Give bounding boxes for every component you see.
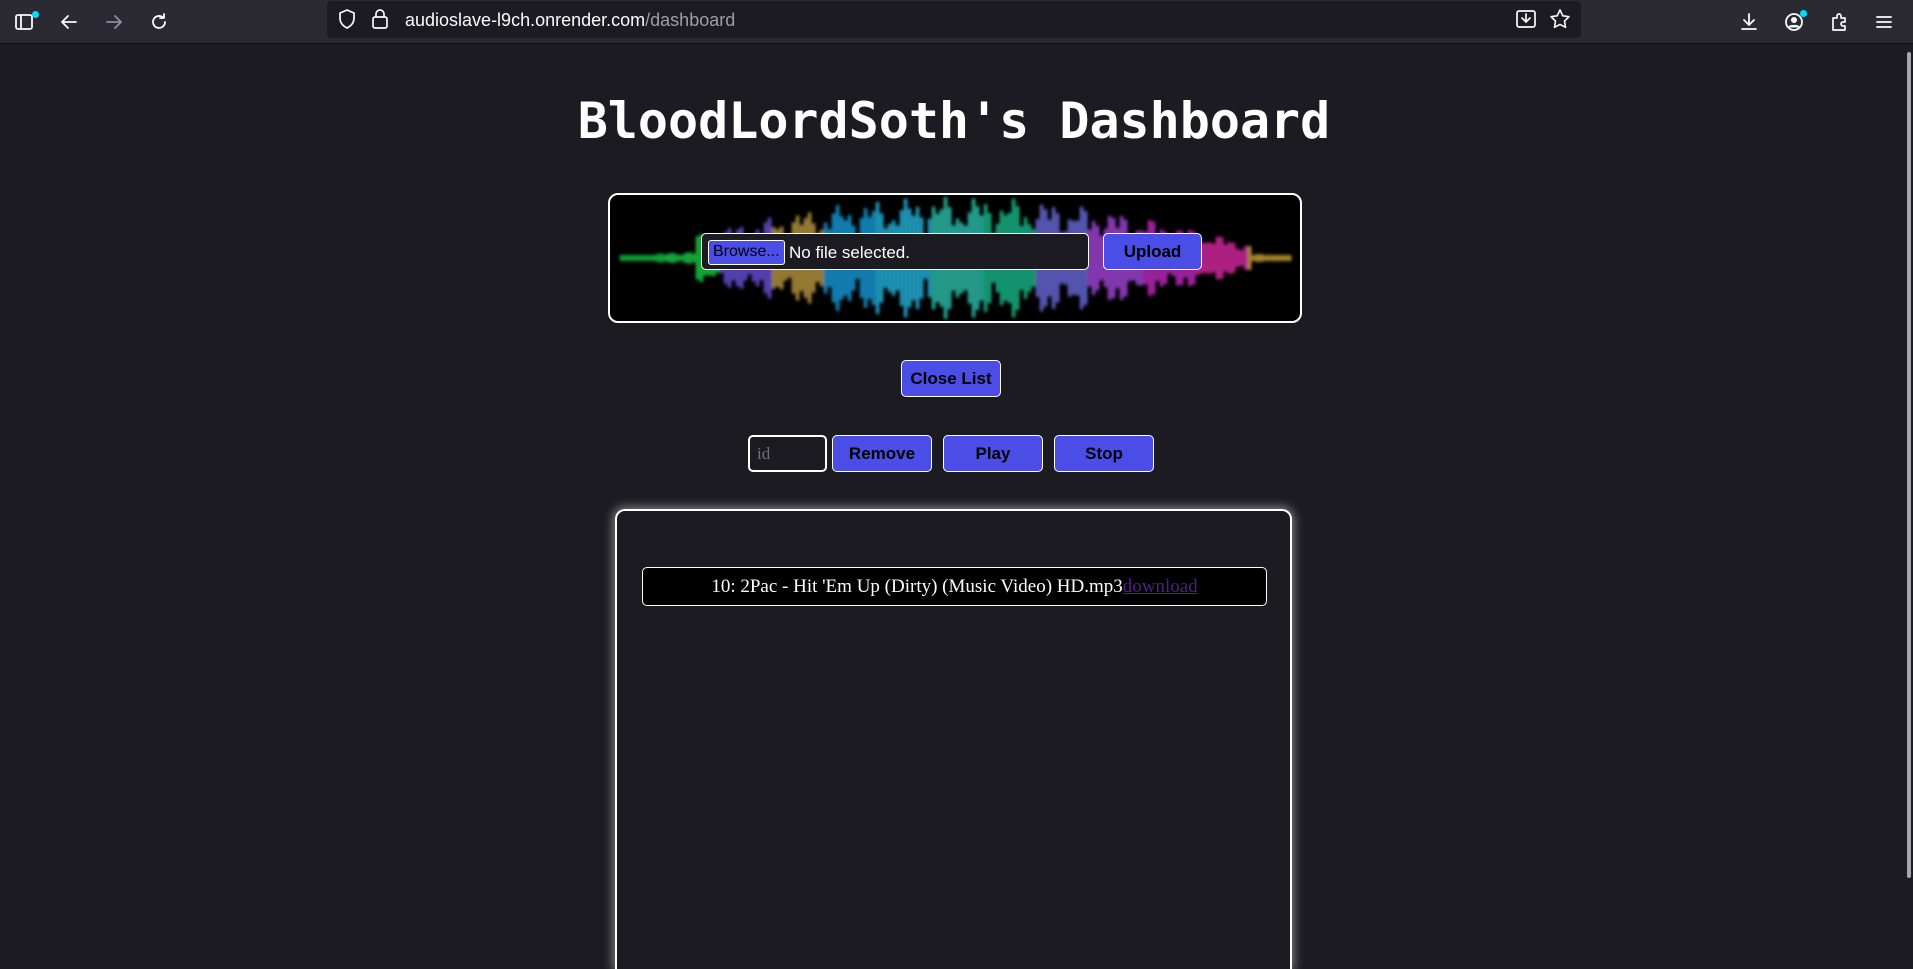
url-text[interactable]: audioslave-l9ch.onrender.com/dashboard (405, 10, 735, 31)
shield-icon[interactable] (337, 8, 357, 35)
waveform-bar (1280, 255, 1284, 261)
waveform-bar (1256, 254, 1260, 262)
waveform-bar (1220, 237, 1224, 279)
url-host: audioslave-l9ch.onrender.com (405, 10, 646, 30)
menu-hamburger-icon[interactable] (1868, 6, 1900, 38)
waveform-bar (1232, 243, 1236, 273)
waveform-bar (688, 252, 692, 264)
scrollbar[interactable] (1907, 52, 1911, 878)
waveform-bar (1228, 242, 1232, 274)
waveform-bar (636, 255, 640, 261)
close-list-button[interactable]: Close List (901, 360, 1001, 397)
waveform-bar (1204, 242, 1208, 274)
waveform-bar (632, 255, 636, 261)
waveform-bar (692, 253, 696, 263)
forward-arrow-icon[interactable] (98, 6, 130, 38)
waveform-bar (1288, 255, 1292, 261)
file-input[interactable]: Browse... No file selected. (701, 233, 1089, 270)
upload-panel: Browse... No file selected. Upload (608, 193, 1302, 323)
waveform-bar (656, 253, 660, 263)
remove-button[interactable]: Remove (832, 435, 932, 472)
waveform-bar (1224, 244, 1228, 272)
page-content: BloodLordSoth's Dashboard Browse... No f… (0, 44, 1913, 969)
lock-icon[interactable] (371, 8, 389, 35)
waveform-bar (668, 253, 672, 263)
download-link[interactable]: download (1123, 576, 1198, 597)
extensions-icon[interactable] (1823, 6, 1855, 38)
back-arrow-icon[interactable] (53, 6, 85, 38)
stop-button[interactable]: Stop (1054, 435, 1154, 472)
waveform-bar (1216, 236, 1220, 280)
waveform-bar (1276, 255, 1280, 261)
page-title: BloodLordSoth's Dashboard (577, 92, 1331, 150)
waveform-bar (652, 255, 656, 261)
waveform-bar (1284, 255, 1288, 261)
waveform-bar (1212, 243, 1216, 273)
waveform-bar (640, 255, 644, 261)
sidebar-toggle-icon[interactable] (8, 6, 40, 38)
waveform-bar (624, 255, 628, 261)
downloads-icon[interactable] (1733, 6, 1765, 38)
waveform-bar (1248, 246, 1252, 270)
waveform-bar (628, 255, 632, 261)
waveform-bar (1268, 255, 1272, 261)
waveform-bar (644, 255, 648, 261)
waveform-bar (664, 254, 668, 262)
song-title: 10: 2Pac - Hit 'Em Up (Dirty) (Music Vid… (711, 576, 1123, 597)
waveform-bar (680, 255, 684, 261)
waveform-bar (684, 252, 688, 264)
waveform-bar (648, 255, 652, 261)
account-icon[interactable] (1778, 6, 1810, 38)
waveform-bar (1096, 225, 1100, 291)
waveform-bar (676, 254, 680, 262)
id-input[interactable] (748, 435, 827, 472)
waveform-bar (620, 255, 624, 261)
list-item: 10: 2Pac - Hit 'Em Up (Dirty) (Music Vid… (642, 567, 1267, 606)
waveform-bar (1264, 255, 1268, 261)
song-list-panel: 10: 2Pac - Hit 'Em Up (Dirty) (Music Vid… (615, 509, 1292, 969)
waveform-bar (1092, 220, 1096, 296)
bookmark-star-icon[interactable] (1549, 8, 1571, 35)
waveform-bar (696, 236, 700, 280)
waveform-bar (1272, 255, 1276, 261)
waveform-bar (660, 253, 664, 263)
browse-button[interactable]: Browse... (708, 240, 785, 265)
url-bar[interactable]: audioslave-l9ch.onrender.com/dashboard (327, 1, 1581, 38)
play-button[interactable]: Play (943, 435, 1043, 472)
waveform-bar (1236, 248, 1240, 268)
save-to-pocket-icon[interactable] (1515, 9, 1537, 34)
file-status-text: No file selected. (789, 243, 910, 262)
waveform-bar (1252, 255, 1256, 261)
waveform-bar (1240, 250, 1244, 266)
upload-button[interactable]: Upload (1103, 233, 1202, 270)
reload-icon[interactable] (143, 6, 175, 38)
waveform-bar (1244, 246, 1248, 270)
waveform-bar (1208, 242, 1212, 274)
waveform-bar (1260, 254, 1264, 262)
url-path: /dashboard (645, 10, 736, 30)
browser-toolbar: audioslave-l9ch.onrender.com/dashboard (0, 0, 1913, 44)
waveform-bar (672, 252, 676, 264)
